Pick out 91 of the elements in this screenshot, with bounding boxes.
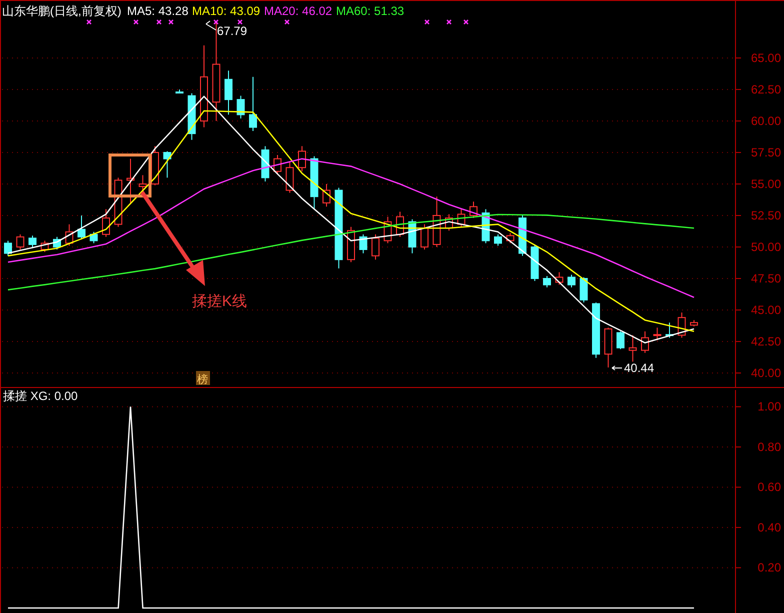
price-label: 52.50 xyxy=(750,208,781,222)
x-mark-icon xyxy=(446,19,452,25)
moving-average-legend: MA5: 43.28 xyxy=(127,4,188,18)
x-mark-icon xyxy=(237,19,243,25)
candlestick xyxy=(384,216,392,244)
candlestick xyxy=(408,218,416,254)
candlestick xyxy=(236,95,245,119)
candlestick xyxy=(641,330,649,354)
highlight-box xyxy=(108,154,152,198)
x-mark-icon xyxy=(424,19,430,25)
candlestick xyxy=(90,231,98,244)
annotation-label: 揉搓K线 xyxy=(192,293,248,310)
candlestick xyxy=(592,302,600,358)
candlestick xyxy=(372,234,380,260)
x-mark-icon xyxy=(213,19,219,25)
candlestick xyxy=(310,156,318,210)
candlestick xyxy=(4,240,12,256)
candlestick xyxy=(543,275,551,288)
candlestick xyxy=(604,327,612,368)
moving-average-legend: MA20: 46.02 xyxy=(264,4,332,18)
candlestick xyxy=(40,240,49,253)
indicator-axis-label: 0.20 xyxy=(758,560,781,575)
candlestick xyxy=(65,224,74,246)
candlestick xyxy=(628,334,637,362)
price-label: 40.00 xyxy=(750,366,781,380)
candlestick xyxy=(28,235,36,248)
moving-average-legend: MA60: 51.33 xyxy=(336,4,404,18)
price-label: 60.00 xyxy=(750,114,781,128)
candlestick xyxy=(151,146,159,186)
indicator-axis-label: 0.60 xyxy=(758,480,781,494)
candlestick xyxy=(494,234,502,246)
price-label: 62.50 xyxy=(750,82,781,96)
candlestick xyxy=(653,327,662,341)
candlestick xyxy=(432,196,441,248)
rank-badge: 榜 xyxy=(196,371,210,386)
candlestick xyxy=(420,224,428,250)
candlestick xyxy=(666,322,674,338)
candlestick xyxy=(126,158,134,204)
candlestick xyxy=(249,76,257,132)
candlestick xyxy=(530,244,539,282)
candlestick xyxy=(224,70,232,116)
price-label: 47.50 xyxy=(750,272,781,286)
leader-line xyxy=(612,366,622,370)
price-label: 65.00 xyxy=(750,50,781,65)
candlestick xyxy=(555,272,564,286)
stock-title: 山东华鹏(日线,前复权) xyxy=(2,4,122,18)
candlestick xyxy=(690,320,698,327)
indicator-title: 揉搓 XG: 0.00 xyxy=(3,389,78,403)
price-label: 45.00 xyxy=(750,303,781,317)
candlestick xyxy=(286,160,294,194)
candlestick xyxy=(176,88,184,94)
indicator-axis-label: 0.80 xyxy=(758,440,781,454)
indicator-axis-label: 0.40 xyxy=(758,520,781,534)
candlestick xyxy=(580,276,588,303)
price-label: 55.00 xyxy=(750,176,781,191)
candlestick xyxy=(347,226,355,263)
candlestick xyxy=(16,234,24,250)
candlestick xyxy=(322,183,330,208)
candlestick xyxy=(445,214,453,232)
x-mark-icon xyxy=(133,19,139,25)
candlestick xyxy=(518,215,526,256)
candlestick xyxy=(359,234,368,254)
x-mark-icon xyxy=(284,19,290,25)
moving-average-legend: MA10: 43.09 xyxy=(192,4,260,18)
candlestick xyxy=(616,330,624,350)
candlestick xyxy=(102,208,110,238)
indicator-axis-label: 1.00 xyxy=(758,400,781,414)
candlestick xyxy=(568,274,576,288)
price-label: 50.00 xyxy=(750,240,781,254)
candlestick xyxy=(138,174,147,191)
x-mark-icon xyxy=(156,19,162,25)
x-mark-icon xyxy=(168,19,174,25)
candlestick xyxy=(53,236,61,250)
price-label: 57.50 xyxy=(750,145,781,160)
leader-line xyxy=(206,20,216,30)
candlestick xyxy=(274,154,282,174)
x-mark-icon xyxy=(86,19,92,25)
candlestick xyxy=(163,150,172,178)
candlestick xyxy=(506,232,514,244)
candlestick xyxy=(396,211,404,238)
candlestick xyxy=(78,215,86,240)
low-price-label: 40.44 xyxy=(624,361,654,375)
candlestick xyxy=(457,208,466,228)
candlestick xyxy=(188,92,196,140)
candlestick xyxy=(298,146,306,172)
candlestick xyxy=(470,201,478,218)
candlestick xyxy=(261,146,270,182)
price-label: 42.50 xyxy=(750,334,781,348)
high-price-label: 67.79 xyxy=(217,24,248,38)
candlestick xyxy=(678,312,686,338)
x-mark-icon xyxy=(463,19,469,25)
